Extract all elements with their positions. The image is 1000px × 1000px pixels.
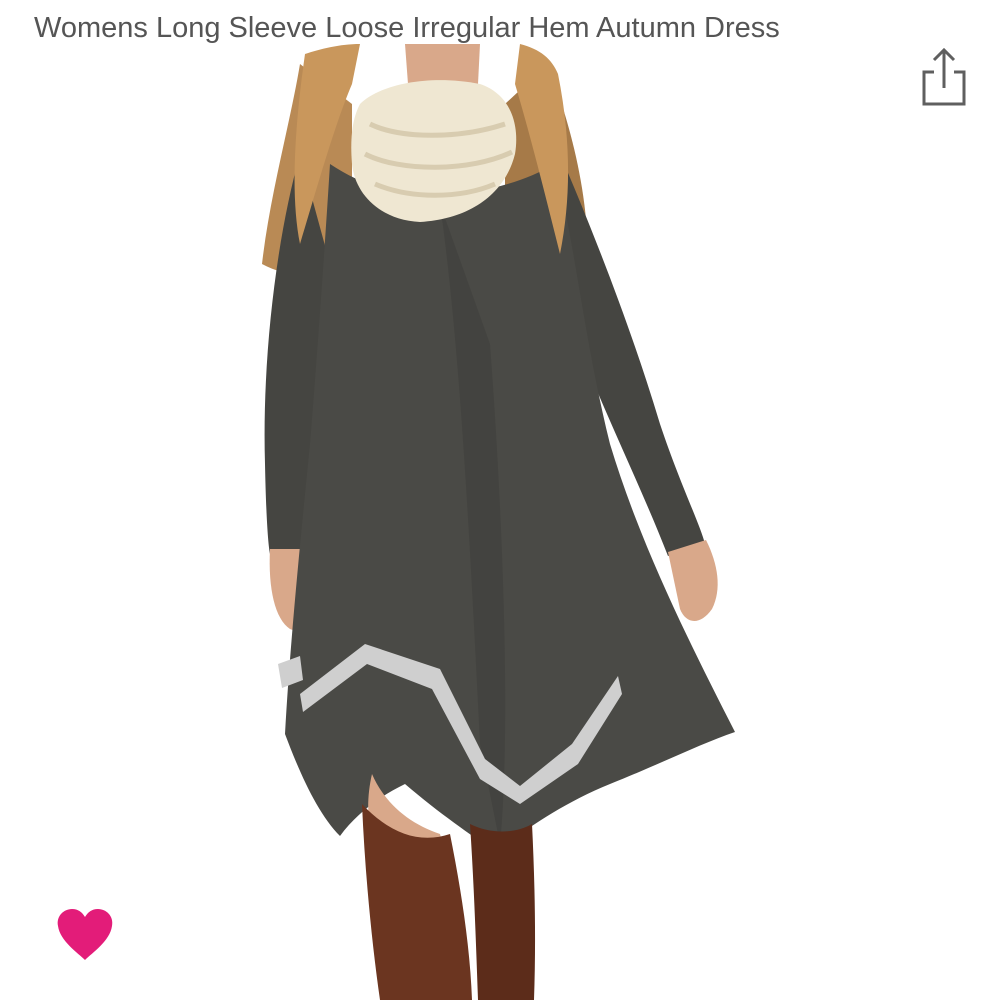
wishlist-button[interactable] — [56, 908, 114, 962]
product-image-screen: Womens Long Sleeve Loose Irregular Hem A… — [0, 0, 1000, 1000]
model-neck — [405, 44, 480, 84]
product-image[interactable] — [0, 44, 1000, 1000]
right-boot — [470, 824, 536, 1000]
right-hand — [668, 540, 718, 622]
heart-icon — [57, 909, 113, 960]
dress-photo-illustration — [262, 44, 735, 1000]
share-button[interactable] — [914, 44, 974, 110]
share-icon — [922, 47, 966, 106]
